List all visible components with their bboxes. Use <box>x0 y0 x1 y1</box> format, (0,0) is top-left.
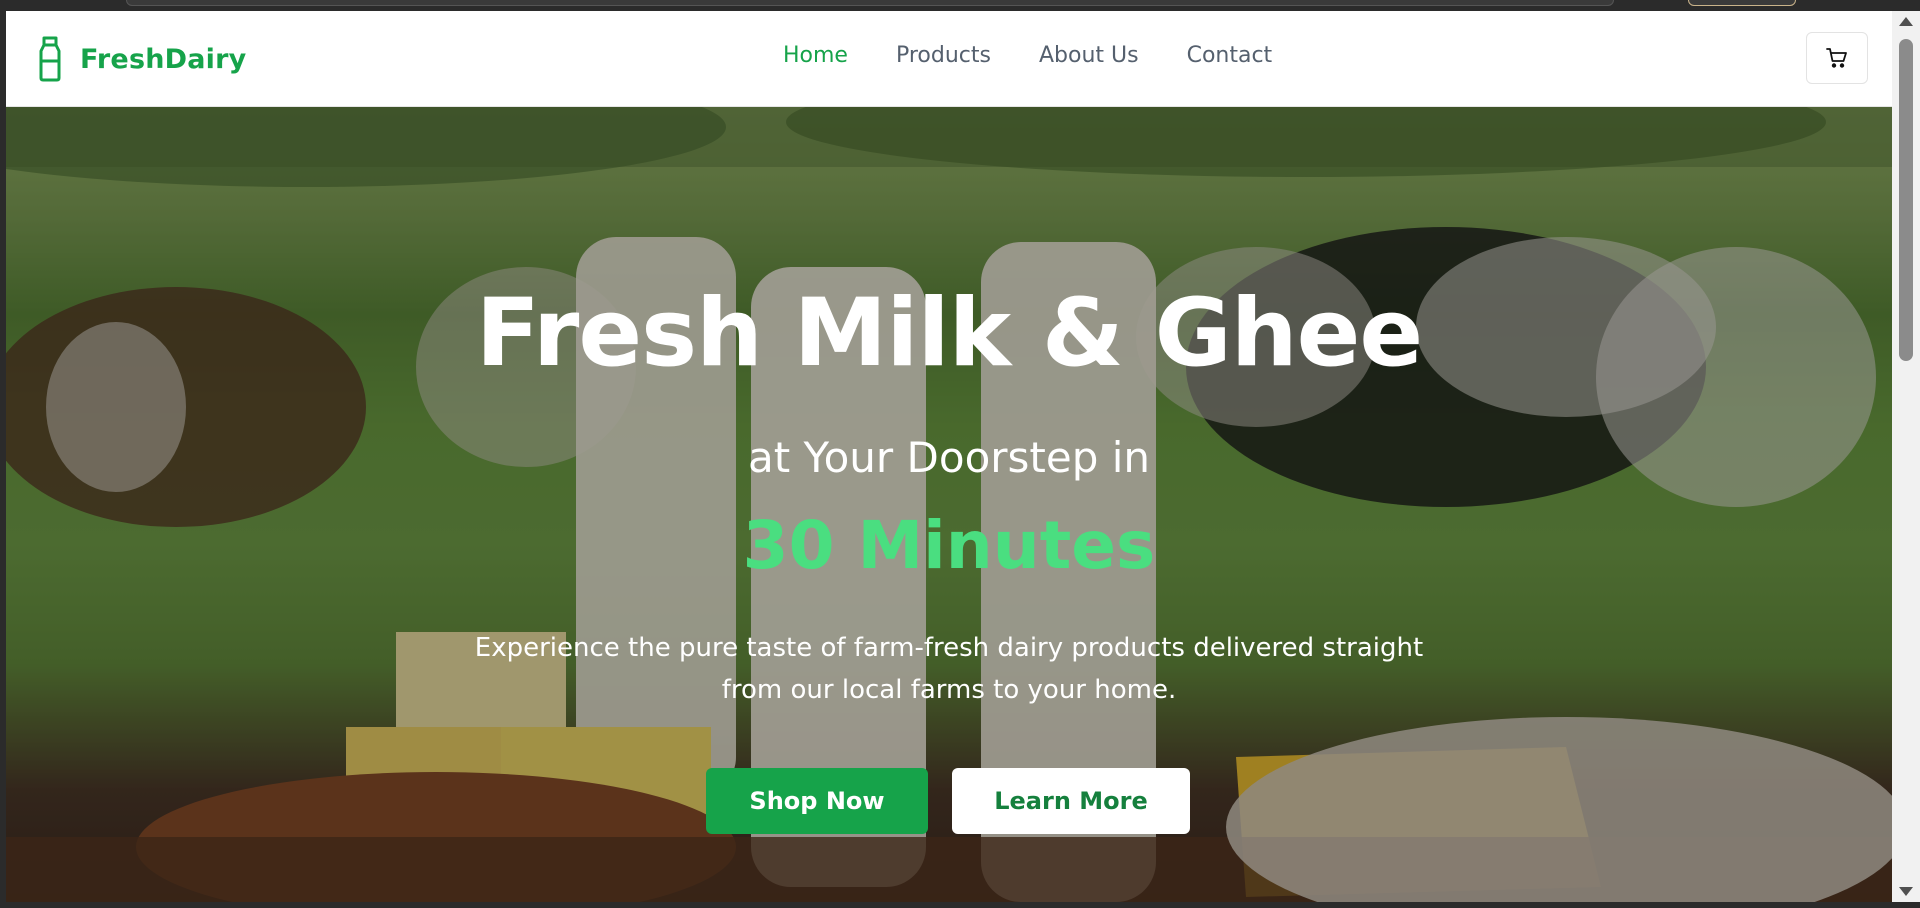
hero-subtitle: at Your Doorstep in <box>747 433 1151 482</box>
hero-description: Experience the pure taste of farm-fresh … <box>474 633 1424 705</box>
shop-now-button[interactable]: Shop Now <box>706 768 928 834</box>
scroll-down-arrow-icon[interactable] <box>1899 887 1913 896</box>
hero-section: Fresh Milk & Ghee at Your Doorstep in 30… <box>6 107 1892 902</box>
hero-title: Fresh Milk & Ghee <box>475 279 1423 388</box>
page-scrollbar[interactable] <box>1892 11 1920 902</box>
address-bar[interactable] <box>126 0 1614 6</box>
page-viewport: FreshDairy Home Products About Us Contac… <box>6 11 1892 902</box>
milk-bottle-icon <box>39 36 61 82</box>
shopping-cart-icon <box>1826 48 1847 68</box>
scroll-up-arrow-icon[interactable] <box>1899 17 1913 26</box>
hero-highlight: 30 Minutes <box>742 507 1156 584</box>
main-nav: Home Products About Us Contact <box>783 43 1272 68</box>
learn-more-button[interactable]: Learn More <box>952 768 1190 834</box>
brand-logo[interactable]: FreshDairy <box>38 36 246 82</box>
browser-action-button[interactable] <box>1688 0 1796 6</box>
nav-about-us[interactable]: About Us <box>1039 43 1139 68</box>
brand-name: FreshDairy <box>80 43 247 75</box>
nav-products[interactable]: Products <box>896 43 991 68</box>
hero-buttons: Shop Now Learn More <box>706 768 1190 834</box>
window-bottom-edge <box>0 902 1920 908</box>
nav-contact[interactable]: Contact <box>1187 43 1273 68</box>
hero-content: Fresh Milk & Ghee at Your Doorstep in 30… <box>6 107 1892 902</box>
browser-chrome-top <box>0 0 1920 11</box>
nav-home[interactable]: Home <box>783 43 848 68</box>
scroll-thumb[interactable] <box>1899 39 1913 361</box>
cart-button[interactable] <box>1806 32 1868 84</box>
navbar: FreshDairy Home Products About Us Contac… <box>6 11 1892 107</box>
